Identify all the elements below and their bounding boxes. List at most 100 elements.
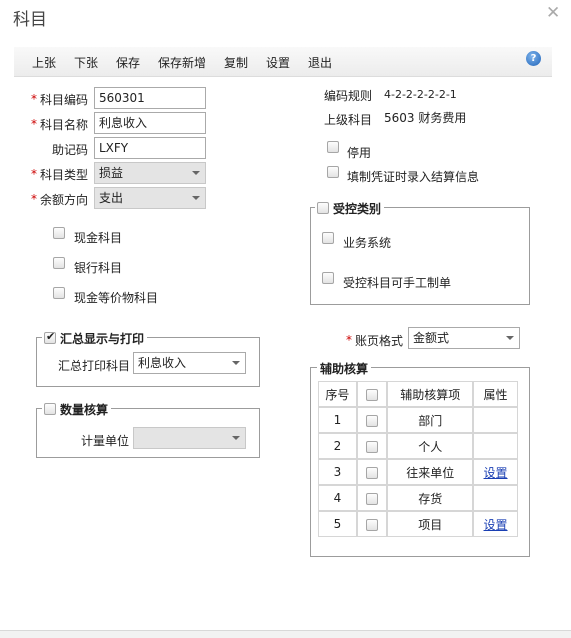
parent-account-value: 5603 财务费用 <box>384 111 467 125</box>
save-button[interactable]: 保存 <box>116 54 140 71</box>
code-rule-label: 编码规则 <box>324 89 373 103</box>
attr-link[interactable]: 设置 <box>484 466 508 480</box>
name-label: 科目名称 <box>40 118 89 132</box>
disable-label: 停用 <box>347 146 372 160</box>
balance-select[interactable]: 支出 <box>94 187 206 209</box>
attr-cell <box>473 407 518 433</box>
seq-cell: 4 <box>318 485 357 511</box>
title-bar <box>0 0 571 32</box>
seq-cell: 3 <box>318 459 357 485</box>
cash-account-checkbox[interactable] <box>53 227 65 239</box>
bank-account-label: 银行科目 <box>74 261 123 275</box>
business-system-label: 业务系统 <box>343 236 392 250</box>
item-cell: 项目 <box>387 511 474 537</box>
type-value: 损益 <box>99 166 124 180</box>
name-input[interactable]: 利息收入 <box>94 112 206 134</box>
bottom-strip <box>0 630 571 638</box>
summary-print-legend: 汇总显示与打印 <box>42 330 148 347</box>
row-checkbox[interactable] <box>366 492 379 505</box>
auxiliary-table: 序号 辅助核算项 属性 1 部门 2 个人 3 往来单位 设置 4 存货 5 项… <box>318 381 518 537</box>
unit-label: 计量单位 <box>81 434 130 448</box>
seq-cell: 1 <box>318 407 357 433</box>
chevron-down-icon <box>506 336 514 340</box>
row-checkbox[interactable] <box>366 440 379 453</box>
attr-link[interactable]: 设置 <box>484 518 508 532</box>
balance-label: 余额方向 <box>40 193 89 207</box>
required-mark: * <box>31 92 37 106</box>
summary-account-label: 汇总打印科目 <box>58 359 131 373</box>
cash-account-label: 现金科目 <box>74 231 123 245</box>
required-mark: * <box>31 117 37 131</box>
item-cell: 存货 <box>387 485 474 511</box>
quantity-checkbox[interactable] <box>44 403 56 415</box>
auxiliary-legend: 辅助核算 <box>317 360 372 377</box>
disable-checkbox[interactable] <box>327 141 339 153</box>
select-all-cell <box>356 381 388 407</box>
check-cell <box>356 459 388 485</box>
seq-cell: 5 <box>318 511 357 537</box>
help-icon[interactable]: ? <box>526 51 541 66</box>
summary-account-select[interactable]: 利息收入 <box>133 352 246 374</box>
mnemonic-label: 助记码 <box>52 143 89 157</box>
required-mark: * <box>31 167 37 181</box>
bank-account-checkbox[interactable] <box>53 257 65 269</box>
attr-cell <box>473 433 518 459</box>
chevron-down-icon <box>232 361 240 365</box>
item-cell: 部门 <box>387 407 474 433</box>
code-rule-value: 4-2-2-2-2-2-1 <box>384 88 457 101</box>
window-title: 科目 <box>13 10 47 30</box>
attr-cell <box>473 485 518 511</box>
item-cell: 往来单位 <box>387 459 474 485</box>
seq-header: 序号 <box>318 381 357 407</box>
code-input[interactable]: 560301 <box>94 87 206 109</box>
close-icon[interactable]: ✕ <box>546 3 560 23</box>
unit-select[interactable] <box>133 427 246 449</box>
attr-cell: 设置 <box>473 511 518 537</box>
business-system-checkbox[interactable] <box>322 232 334 244</box>
check-cell <box>356 407 388 433</box>
chevron-down-icon <box>192 196 200 200</box>
toolbar: 上张 下张 保存 保存新增 复制 设置 退出 <box>14 47 552 77</box>
next-button[interactable]: 下张 <box>74 54 98 71</box>
controlled-category-checkbox[interactable] <box>317 202 329 214</box>
row-checkbox[interactable] <box>366 518 379 531</box>
type-select[interactable]: 损益 <box>94 162 206 184</box>
summary-print-checkbox[interactable] <box>44 330 56 344</box>
table-row: 5 项目 设置 <box>318 511 518 537</box>
summary-account-value: 利息收入 <box>138 356 187 370</box>
code-label: 科目编码 <box>40 93 89 107</box>
required-mark: * <box>346 333 352 347</box>
settings-button[interactable]: 设置 <box>266 54 290 71</box>
check-cell <box>356 433 388 459</box>
ledger-format-label: 账页格式 <box>355 334 404 348</box>
save-new-button[interactable]: 保存新增 <box>158 54 206 71</box>
balance-value: 支出 <box>99 191 124 205</box>
copy-button[interactable]: 复制 <box>224 54 248 71</box>
check-cell <box>356 485 388 511</box>
manual-voucher-checkbox[interactable] <box>322 272 334 284</box>
prev-button[interactable]: 上张 <box>32 54 56 71</box>
attr-header: 属性 <box>473 381 518 407</box>
table-header-row: 序号 辅助核算项 属性 <box>318 381 518 407</box>
select-all-checkbox[interactable] <box>366 388 379 401</box>
cash-equivalent-label: 现金等价物科目 <box>74 291 159 305</box>
table-row: 4 存货 <box>318 485 518 511</box>
mnemonic-input[interactable]: LXFY <box>94 137 206 159</box>
ledger-format-select[interactable]: 金额式 <box>408 327 520 349</box>
settlement-info-checkbox[interactable] <box>327 166 339 178</box>
settlement-info-label: 填制凭证时录入结算信息 <box>347 170 480 184</box>
row-checkbox[interactable] <box>366 414 379 427</box>
chevron-down-icon <box>232 436 240 440</box>
table-row: 1 部门 <box>318 407 518 433</box>
row-checkbox[interactable] <box>366 466 379 479</box>
item-header: 辅助核算项 <box>387 381 474 407</box>
item-cell: 个人 <box>387 433 474 459</box>
cash-equivalent-checkbox[interactable] <box>53 287 65 299</box>
required-mark: * <box>31 192 37 206</box>
seq-cell: 2 <box>318 433 357 459</box>
parent-account-label: 上级科目 <box>324 113 373 127</box>
type-label: 科目类型 <box>40 168 89 182</box>
ledger-format-value: 金额式 <box>413 331 450 345</box>
exit-button[interactable]: 退出 <box>308 54 332 71</box>
chevron-down-icon <box>192 171 200 175</box>
